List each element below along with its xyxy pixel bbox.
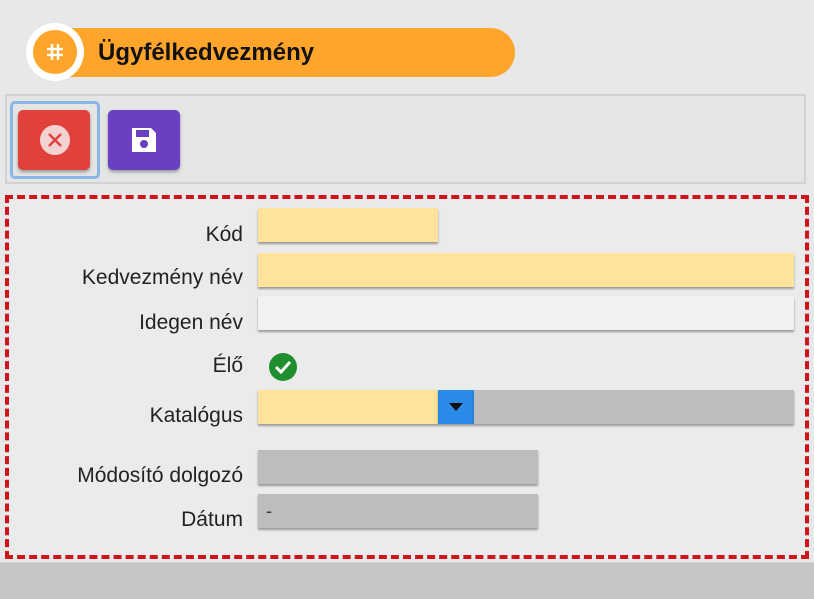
hash-icon [26,23,84,81]
elo-label: Élő [212,354,243,377]
idegen-nev-label: Idegen név [139,311,243,334]
checkmark-icon [275,360,291,374]
datum-label: Dátum [181,508,243,531]
katalogus-dropdown-button[interactable] [438,390,474,424]
footer-bar [0,562,814,599]
modosito-dolgozo-input [258,450,538,484]
toolbar [5,94,806,184]
title-bar: Ügyfélkedvezmény [26,23,515,81]
close-button[interactable] [18,110,90,170]
katalogus-label: Katalógus [149,404,243,427]
save-button[interactable] [108,110,180,170]
elo-checkbox[interactable] [269,353,297,381]
page-title: Ügyfélkedvezmény [98,39,315,66]
kod-input[interactable] [258,208,438,242]
kedvezmeny-nev-input[interactable] [258,253,794,287]
chevron-down-icon [449,403,463,411]
datum-input [258,494,538,528]
dialog-window: Ügyfélkedvezmény Kód Kedvezmény név Ideg… [0,0,814,599]
close-circle-icon [40,125,70,155]
katalogus-select[interactable] [258,390,438,424]
idegen-nev-input[interactable] [258,296,794,330]
kod-label: Kód [205,223,243,246]
kedvezmeny-nev-label: Kedvezmény név [81,266,243,289]
floppy-disk-icon [132,128,156,152]
modosito-dolgozo-label: Módosító dolgozó [77,464,243,487]
katalogus-description [474,390,794,424]
